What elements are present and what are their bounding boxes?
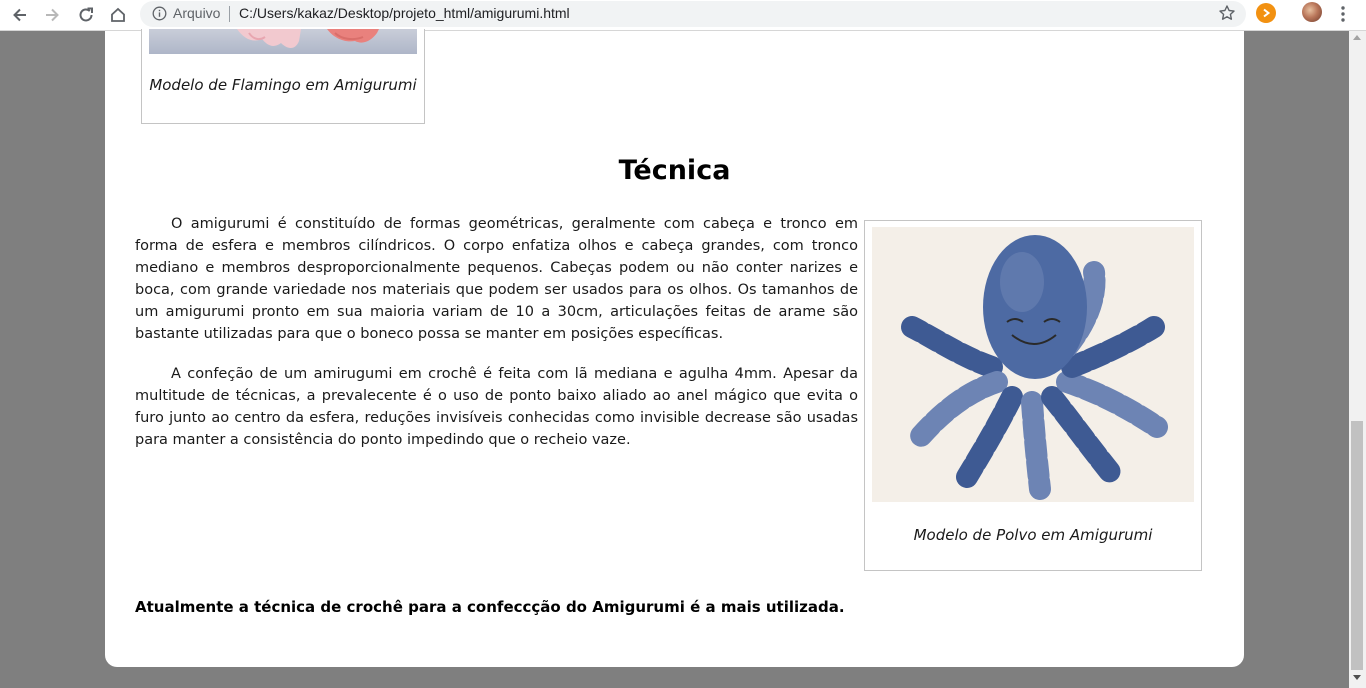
- reload-icon[interactable]: [74, 3, 98, 27]
- menu-icon[interactable]: [1336, 3, 1350, 25]
- scrollbar-thumb[interactable]: [1351, 421, 1363, 670]
- scheme-label: Arquivo: [173, 5, 221, 21]
- extension-icon[interactable]: [1256, 3, 1276, 23]
- octopus-image: [872, 227, 1194, 502]
- scroll-up-arrow[interactable]: [1353, 35, 1361, 40]
- url-text[interactable]: C:/Users/kakaz/Desktop/projeto_html/amig…: [239, 5, 570, 21]
- conclusion-text: Atualmente a técnica de crochê para a co…: [135, 598, 845, 616]
- flamingo-caption: Modelo de Flamingo em Amigurumi: [149, 76, 417, 94]
- address-separator: [229, 6, 230, 22]
- flamingo-image: [149, 29, 417, 54]
- scroll-down-arrow[interactable]: [1353, 675, 1361, 680]
- profile-avatar[interactable]: [1302, 2, 1322, 22]
- back-icon[interactable]: [8, 3, 32, 27]
- content-card: Modelo de Flamingo em Amigurumi Técnica …: [105, 29, 1244, 667]
- address-bar[interactable]: Arquivo C:/Users/kakaz/Desktop/projeto_h…: [140, 1, 1246, 27]
- paragraph-geometry: O amigurumi é constituído de formas geom…: [135, 216, 858, 342]
- section-title: Técnica: [618, 155, 731, 186]
- forward-icon[interactable]: [40, 3, 64, 27]
- octopus-figure: Modelo de Polvo em Amigurumi: [864, 220, 1202, 571]
- home-icon[interactable]: [106, 3, 130, 27]
- bookmark-star-icon[interactable]: [1218, 4, 1236, 26]
- flamingo-figure: Modelo de Flamingo em Amigurumi: [141, 29, 425, 124]
- paragraph-technique: A confeção de um amirugumi em crochê é f…: [135, 366, 858, 448]
- octopus-caption: Modelo de Polvo em Amigurumi: [913, 526, 1153, 544]
- info-icon[interactable]: [152, 6, 167, 25]
- browser-toolbar: Arquivo C:/Users/kakaz/Desktop/projeto_h…: [0, 0, 1366, 31]
